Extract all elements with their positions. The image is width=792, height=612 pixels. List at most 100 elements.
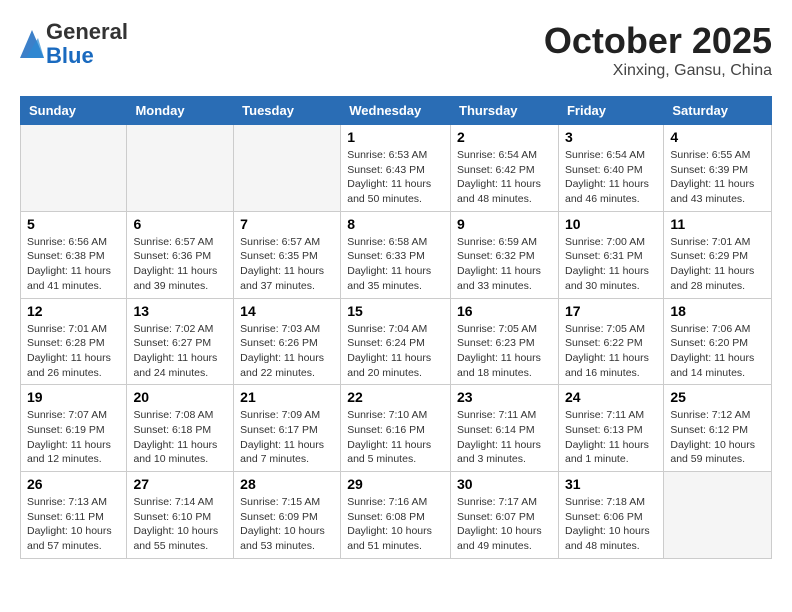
day-number: 28 — [240, 476, 334, 492]
calendar-row-1: 1Sunrise: 6:53 AMSunset: 6:43 PMDaylight… — [21, 125, 772, 212]
calendar-cell: 11 Sunrise: 7:01 AMSunset: 6:29 PMDayligh… — [664, 211, 772, 298]
day-info: Sunrise: 6:54 AMSunset: 6:42 PMDaylight:… — [457, 148, 552, 207]
calendar-cell: 28 Sunrise: 7:15 AMSunset: 6:09 PMDayligh… — [234, 472, 341, 559]
day-number: 10 — [565, 216, 657, 232]
month-title: October 2025 — [544, 20, 772, 62]
day-info: Sunrise: 6:57 AMSunset: 6:36 PMDaylight:… — [133, 235, 227, 294]
day-info: Sunrise: 6:56 AMSunset: 6:38 PMDaylight:… — [27, 235, 120, 294]
calendar-cell: 13Sunrise: 7:02 AMSunset: 6:27 PMDayligh… — [127, 298, 234, 385]
day-info: Sunrise: 6:54 AMSunset: 6:40 PMDaylight:… — [565, 148, 657, 207]
day-number: 31 — [565, 476, 657, 492]
calendar-cell: 29 Sunrise: 7:16 AMSunset: 6:08 PMDayligh… — [341, 472, 451, 559]
calendar-cell: 23Sunrise: 7:11 AMSunset: 6:14 PMDayligh… — [451, 385, 559, 472]
calendar-cell: 10Sunrise: 7:00 AMSunset: 6:31 PMDayligh… — [558, 211, 663, 298]
calendar-row-5: 26Sunrise: 7:13 AMSunset: 6:11 PMDayligh… — [21, 472, 772, 559]
day-info: Sunrise: 7:01 AMSunset: 6:29 PMDaylight:… — [670, 235, 765, 294]
calendar-cell: 27 Sunrise: 7:14 AMSunset: 6:10 PMDayligh… — [127, 472, 234, 559]
day-number: 6 — [133, 216, 227, 232]
header: General Blue October 2025 Xinxing, Gansu… — [20, 20, 772, 80]
day-info: Sunrise: 7:04 AMSunset: 6:24 PMDaylight:… — [347, 322, 444, 381]
calendar-cell: 3 Sunrise: 6:54 AMSunset: 6:40 PMDaylight… — [558, 125, 663, 212]
day-info: Sunrise: 7:03 AMSunset: 6:26 PMDaylight:… — [240, 322, 334, 381]
calendar-cell: 5 Sunrise: 6:56 AMSunset: 6:38 PMDaylight… — [21, 211, 127, 298]
day-number: 2 — [457, 129, 552, 145]
day-number: 30 — [457, 476, 552, 492]
calendar-cell: 20 Sunrise: 7:08 AMSunset: 6:18 PMDayligh… — [127, 385, 234, 472]
calendar-cell: 2 Sunrise: 6:54 AMSunset: 6:42 PMDaylight… — [451, 125, 559, 212]
title-block: October 2025 Xinxing, Gansu, China — [544, 20, 772, 80]
day-number: 12 — [27, 303, 120, 319]
header-monday: Monday — [127, 97, 234, 125]
calendar-cell: 31 Sunrise: 7:18 AMSunset: 6:06 PMDayligh… — [558, 472, 663, 559]
day-info: Sunrise: 7:07 AMSunset: 6:19 PMDaylight:… — [27, 408, 120, 467]
day-number: 19 — [27, 389, 120, 405]
day-info: Sunrise: 7:14 AMSunset: 6:10 PMDaylight:… — [133, 495, 227, 554]
day-number: 5 — [27, 216, 120, 232]
day-number: 17 — [565, 303, 657, 319]
day-info: Sunrise: 7:05 AMSunset: 6:23 PMDaylight:… — [457, 322, 552, 381]
location: Xinxing, Gansu, China — [544, 62, 772, 80]
day-info: Sunrise: 7:17 AMSunset: 6:07 PMDaylight:… — [457, 495, 552, 554]
logo-general: General — [46, 19, 128, 44]
calendar-cell: 24 Sunrise: 7:11 AMSunset: 6:13 PMDayligh… — [558, 385, 663, 472]
calendar-cell: 21Sunrise: 7:09 AMSunset: 6:17 PMDayligh… — [234, 385, 341, 472]
day-info: Sunrise: 7:10 AMSunset: 6:16 PMDaylight:… — [347, 408, 444, 467]
day-info: Sunrise: 6:58 AMSunset: 6:33 PMDaylight:… — [347, 235, 444, 294]
day-info: Sunrise: 7:06 AMSunset: 6:20 PMDaylight:… — [670, 322, 765, 381]
calendar-cell: 19 Sunrise: 7:07 AMSunset: 6:19 PMDayligh… — [21, 385, 127, 472]
day-number: 24 — [565, 389, 657, 405]
day-info: Sunrise: 7:05 AMSunset: 6:22 PMDaylight:… — [565, 322, 657, 381]
day-number: 4 — [670, 129, 765, 145]
header-wednesday: Wednesday — [341, 97, 451, 125]
day-number: 15 — [347, 303, 444, 319]
day-number: 26 — [27, 476, 120, 492]
day-info: Sunrise: 7:15 AMSunset: 6:09 PMDaylight:… — [240, 495, 334, 554]
day-info: Sunrise: 7:11 AMSunset: 6:14 PMDaylight:… — [457, 408, 552, 467]
day-info: Sunrise: 7:18 AMSunset: 6:06 PMDaylight:… — [565, 495, 657, 554]
day-number: 3 — [565, 129, 657, 145]
header-sunday: Sunday — [21, 97, 127, 125]
calendar-cell: 15 Sunrise: 7:04 AMSunset: 6:24 PMDayligh… — [341, 298, 451, 385]
day-info: Sunrise: 7:12 AMSunset: 6:12 PMDaylight:… — [670, 408, 765, 467]
day-number: 9 — [457, 216, 552, 232]
day-info: Sunrise: 7:11 AMSunset: 6:13 PMDaylight:… — [565, 408, 657, 467]
calendar-cell: 22 Sunrise: 7:10 AMSunset: 6:16 PMDayligh… — [341, 385, 451, 472]
calendar-cell: 17 Sunrise: 7:05 AMSunset: 6:22 PMDayligh… — [558, 298, 663, 385]
day-number: 20 — [133, 389, 227, 405]
header-friday: Friday — [558, 97, 663, 125]
calendar-cell — [234, 125, 341, 212]
logo: General Blue — [20, 20, 128, 68]
calendar-cell: 25Sunrise: 7:12 AMSunset: 6:12 PMDayligh… — [664, 385, 772, 472]
header-saturday: Saturday — [664, 97, 772, 125]
calendar-cell: 12Sunrise: 7:01 AMSunset: 6:28 PMDayligh… — [21, 298, 127, 385]
day-number: 1 — [347, 129, 444, 145]
calendar-header-row: Sunday Monday Tuesday Wednesday Thursday… — [21, 97, 772, 125]
day-info: Sunrise: 7:16 AMSunset: 6:08 PMDaylight:… — [347, 495, 444, 554]
day-number: 27 — [133, 476, 227, 492]
calendar-cell: 1Sunrise: 6:53 AMSunset: 6:43 PMDaylight… — [341, 125, 451, 212]
calendar-cell: 6 Sunrise: 6:57 AMSunset: 6:36 PMDaylight… — [127, 211, 234, 298]
day-number: 7 — [240, 216, 334, 232]
day-info: Sunrise: 6:59 AMSunset: 6:32 PMDaylight:… — [457, 235, 552, 294]
logo-text: General Blue — [46, 20, 128, 68]
calendar-cell — [127, 125, 234, 212]
header-tuesday: Tuesday — [234, 97, 341, 125]
calendar-row-3: 12Sunrise: 7:01 AMSunset: 6:28 PMDayligh… — [21, 298, 772, 385]
calendar-cell — [664, 472, 772, 559]
day-info: Sunrise: 6:57 AMSunset: 6:35 PMDaylight:… — [240, 235, 334, 294]
header-thursday: Thursday — [451, 97, 559, 125]
calendar-cell: 16Sunrise: 7:05 AMSunset: 6:23 PMDayligh… — [451, 298, 559, 385]
day-number: 11 — [670, 216, 765, 232]
logo-icon — [20, 30, 44, 58]
calendar-cell: 7 Sunrise: 6:57 AMSunset: 6:35 PMDaylight… — [234, 211, 341, 298]
day-number: 22 — [347, 389, 444, 405]
calendar: Sunday Monday Tuesday Wednesday Thursday… — [20, 96, 772, 559]
day-number: 21 — [240, 389, 334, 405]
calendar-cell — [21, 125, 127, 212]
day-info: Sunrise: 7:08 AMSunset: 6:18 PMDaylight:… — [133, 408, 227, 467]
calendar-cell: 26Sunrise: 7:13 AMSunset: 6:11 PMDayligh… — [21, 472, 127, 559]
day-info: Sunrise: 7:02 AMSunset: 6:27 PMDaylight:… — [133, 322, 227, 381]
calendar-row-2: 5 Sunrise: 6:56 AMSunset: 6:38 PMDaylight… — [21, 211, 772, 298]
day-number: 29 — [347, 476, 444, 492]
calendar-row-4: 19 Sunrise: 7:07 AMSunset: 6:19 PMDayligh… — [21, 385, 772, 472]
